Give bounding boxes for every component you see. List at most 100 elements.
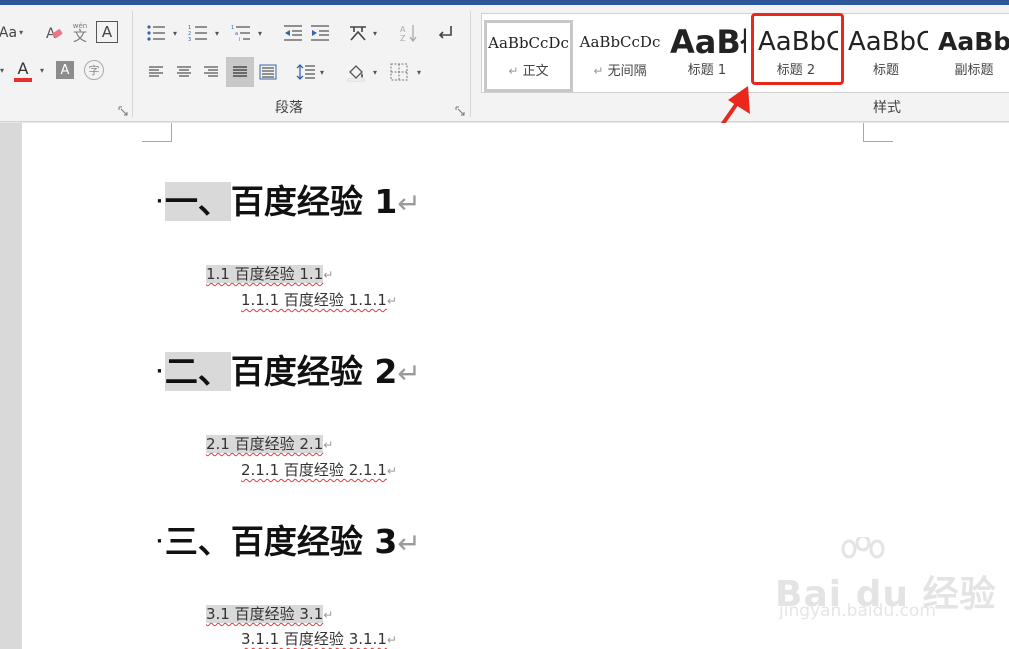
heading-2-text: 2.1 百度经验 2.1 xyxy=(206,435,324,453)
font-color-bar xyxy=(14,77,32,82)
chevron-down-icon[interactable]: ▾ xyxy=(215,30,219,38)
heading-text: 百度经验 2 xyxy=(230,352,398,391)
clear-formatting-button[interactable]: A xyxy=(42,21,66,45)
chevron-down-icon[interactable]: ▾ xyxy=(173,30,177,38)
heading-1-section-1[interactable]: ·一、百度经验 1↵ xyxy=(156,180,421,226)
paint-bucket-icon xyxy=(347,65,365,82)
justify-button[interactable] xyxy=(226,57,254,87)
style-label: 标题 xyxy=(872,63,899,78)
eraser-icon: A xyxy=(46,26,63,42)
align-right-icon xyxy=(204,66,218,77)
chevron-down-icon[interactable]: ▾ xyxy=(258,30,262,38)
font-color-icon: A xyxy=(17,58,29,78)
character-border-label: A xyxy=(101,22,113,41)
style-label: ↵ 无间隔 xyxy=(576,60,664,80)
style-label: 副标题 xyxy=(954,63,994,78)
enclose-char-label: 字 xyxy=(88,63,100,77)
bullet-mark: · xyxy=(156,191,163,212)
heading-2-section-3[interactable]: 3.1 百度经验 3.1↵ xyxy=(206,603,333,626)
character-border-button[interactable]: A xyxy=(96,21,118,43)
distributed-icon xyxy=(259,64,277,80)
heading-3-section-1[interactable]: 1.1.1 百度经验 1.1.1↵ xyxy=(241,289,397,312)
style-normal[interactable]: AaBbCcDc ↵ 正文 xyxy=(484,20,573,92)
borders-button[interactable] xyxy=(387,60,411,84)
sort-button[interactable]: AZ xyxy=(397,21,421,45)
baidu-watermark: Bai du 经验 jingyan.baidu.com xyxy=(775,537,996,625)
chevron-down-icon[interactable]: ▾ xyxy=(417,69,421,77)
paragraph-mark-icon: ↵ xyxy=(397,527,421,560)
heading-2-section-1[interactable]: 1.1 百度经验 1.1↵ xyxy=(206,263,333,286)
crop-mark xyxy=(863,123,893,142)
phonetic-char: 文 xyxy=(73,28,87,45)
distributed-button[interactable] xyxy=(256,60,280,84)
chevron-down-icon[interactable]: ▾ xyxy=(0,67,4,75)
multilevel-list-button[interactable]: 1ai xyxy=(229,21,253,45)
chevron-down-icon: ▾ xyxy=(19,28,24,37)
svg-text:Z: Z xyxy=(400,34,406,43)
justify-icon xyxy=(233,66,247,77)
annotation-highlight-box xyxy=(751,13,844,85)
style-subtitle[interactable]: AaBbC 副标题 xyxy=(934,20,1009,92)
heading-number: 三、 xyxy=(164,522,231,561)
numbering-button[interactable]: 123 xyxy=(186,21,210,45)
group-separator xyxy=(470,11,471,117)
heading-1-section-3[interactable]: ·三、百度经验 3↵ xyxy=(156,520,421,566)
heading-1-section-2[interactable]: ·二、百度经验 2↵ xyxy=(156,350,421,396)
style-title[interactable]: AaBbC 标题 xyxy=(844,20,928,92)
style-label-text: 正文 xyxy=(522,64,549,79)
phonetic-guide-button[interactable]: wén 文 xyxy=(68,19,92,47)
character-shading-button[interactable]: A xyxy=(56,61,74,79)
heading-text: 百度经验 3 xyxy=(230,522,398,561)
crop-mark xyxy=(142,123,172,142)
chevron-down-icon[interactable]: ▾ xyxy=(373,30,377,38)
bullets-button[interactable] xyxy=(144,21,168,45)
shading-button[interactable] xyxy=(344,60,368,84)
align-left-button[interactable] xyxy=(144,60,168,84)
style-no-spacing[interactable]: AaBbCcDc ↵ 无间隔 xyxy=(576,20,664,92)
heading-2-text: 1.1 百度经验 1.1 xyxy=(206,265,324,283)
decrease-indent-button[interactable] xyxy=(281,21,305,45)
heading-3-section-3[interactable]: 3.1.1 百度经验 3.1.1↵ xyxy=(241,628,397,649)
heading-3-section-2[interactable]: 2.1.1 百度经验 2.1.1↵ xyxy=(241,459,397,482)
chinese-layout-button[interactable] xyxy=(346,21,370,45)
change-case-label: Aa xyxy=(0,25,18,41)
paragraph-mark-icon: ↵ xyxy=(386,464,397,478)
change-case-button[interactable]: Aa ▾ xyxy=(0,23,26,43)
numbered-list-icon: 123 xyxy=(188,25,207,42)
dialog-launcher-icon[interactable] xyxy=(455,106,465,116)
ribbon: Aa▾ A wén 文 A ▾ A ▾ A 字 ▾ 123 ▾ 1ai ▾ ▾ xyxy=(0,5,1009,122)
heading-2-section-2[interactable]: 2.1 百度经验 2.1↵ xyxy=(206,433,333,456)
align-right-button[interactable] xyxy=(199,60,223,84)
dialog-launcher-icon[interactable] xyxy=(118,106,128,116)
bullet-mark: · xyxy=(156,531,163,552)
chevron-down-icon[interactable]: ▾ xyxy=(40,67,44,75)
align-center-button[interactable] xyxy=(172,60,196,84)
font-color-button[interactable]: A xyxy=(12,58,34,84)
chevron-down-icon[interactable]: ▾ xyxy=(320,69,324,77)
paragraph-mark-icon: ↵ xyxy=(508,64,519,78)
vertical-ruler xyxy=(0,123,22,649)
paragraph-group-label: 段落 xyxy=(275,100,303,116)
increase-indent-button[interactable] xyxy=(308,21,332,45)
styles-group-label: 样式 xyxy=(873,100,901,116)
style-preview: AaBbCcDc xyxy=(488,34,569,52)
line-spacing-icon xyxy=(296,64,315,80)
style-label-text: 无间隔 xyxy=(607,64,647,79)
chevron-down-icon[interactable]: ▾ xyxy=(373,69,377,77)
style-preview: AaBbC xyxy=(938,27,1009,56)
align-center-icon xyxy=(177,66,191,77)
group-separator xyxy=(132,11,133,117)
heading-number: 一、 xyxy=(164,182,231,221)
enclose-characters-button[interactable]: 字 xyxy=(84,60,104,80)
show-hide-marks-button[interactable] xyxy=(433,21,457,45)
paragraph-mark-icon: ↵ xyxy=(323,438,334,452)
sort-az-icon: AZ xyxy=(400,25,417,43)
svg-text:3: 3 xyxy=(188,37,191,42)
heading-number: 二、 xyxy=(164,352,231,391)
increase-indent-icon xyxy=(311,25,329,41)
line-spacing-button[interactable] xyxy=(294,60,318,84)
heading-text: 百度经验 1 xyxy=(230,182,398,221)
character-shading-label: A xyxy=(60,62,70,78)
paragraph-mark-icon: ↵ xyxy=(397,357,421,390)
svg-text:1: 1 xyxy=(231,25,234,31)
